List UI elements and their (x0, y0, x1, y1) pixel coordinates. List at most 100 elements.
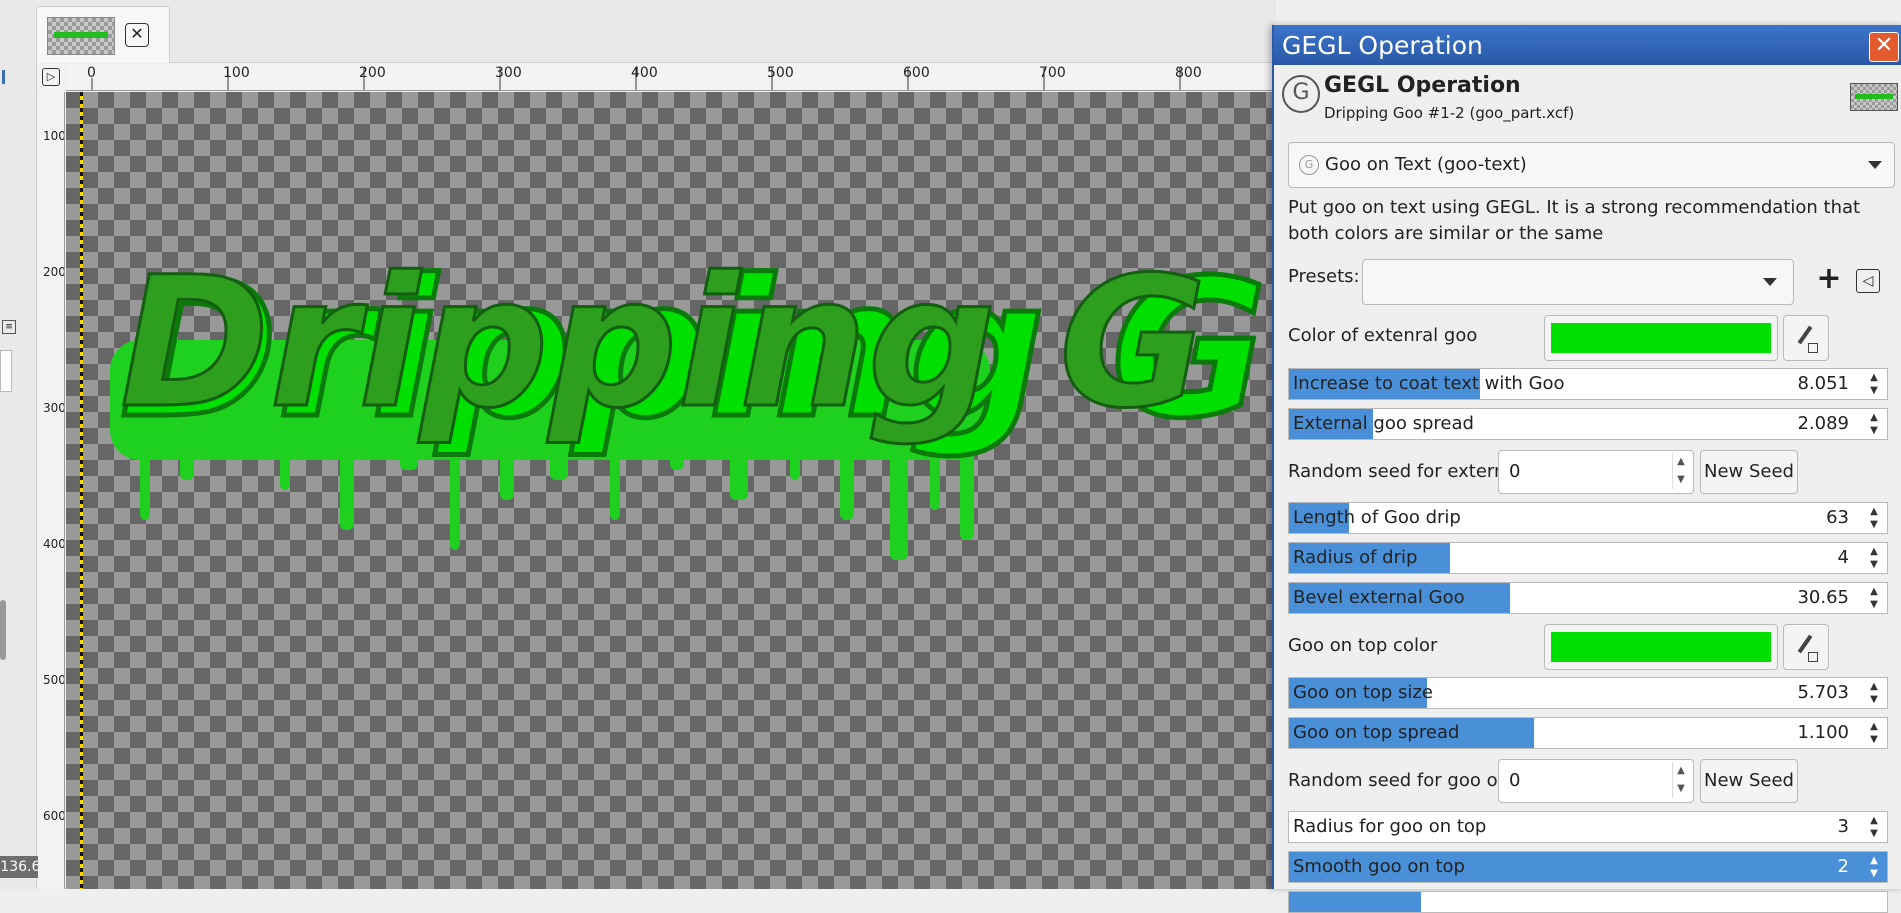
spin-buttons[interactable]: ▲ ▼ (1865, 720, 1883, 746)
gegl-operation-dialog: GEGL Operation ✕ G GEGL Operation Drippi… (1272, 25, 1901, 913)
goo-top-color-button[interactable] (1544, 624, 1778, 670)
ruler-label: 700 (1039, 65, 1066, 81)
toolbox-strip: ≡ (0, 0, 37, 889)
new-seed-button[interactable]: New Seed (1700, 759, 1798, 803)
dialog-titlebar[interactable]: GEGL Operation ✕ (1274, 25, 1901, 65)
goo-top-text: Dripping G (120, 239, 1207, 448)
ruler-label: 0 (87, 65, 96, 81)
image-tab[interactable]: ✕ (36, 6, 170, 63)
presets-select[interactable] (1362, 259, 1794, 305)
ruler-label: 500 (767, 65, 794, 81)
slider-value: 2.089 (1797, 413, 1849, 434)
color-picker-button[interactable] (1783, 624, 1829, 670)
eyedropper-square (1808, 343, 1818, 353)
slider-external-spread[interactable]: External goo spread 2.089 ▲ ▼ (1288, 408, 1888, 440)
gegl-icon: G (1299, 155, 1319, 175)
close-icon[interactable]: ✕ (125, 23, 149, 47)
slider-label: Goo on top spread (1293, 722, 1460, 743)
color-picker-button[interactable] (1783, 315, 1829, 361)
slider-fill (1289, 892, 1421, 912)
color-external-label: Color of extenral goo (1288, 325, 1478, 346)
goo-top-color-label: Goo on top color (1288, 635, 1438, 656)
eyedropper-icon (1797, 325, 1813, 345)
color-swatch (1551, 632, 1771, 662)
operation-description: Put goo on text using GEGL. It is a stro… (1288, 197, 1861, 244)
quick-mask-toggle[interactable]: ▷ (38, 64, 64, 90)
slider-next[interactable] (1288, 891, 1888, 913)
toolbox-marker (2, 70, 5, 84)
slider-label: External goo spread (1293, 413, 1474, 434)
eyedropper-icon (1797, 634, 1813, 654)
slider-label: Radius of drip (1293, 547, 1418, 568)
horizontal-ruler: 0 100 200 300 400 500 600 700 800 (66, 64, 1276, 91)
ruler-label: 100 (43, 129, 65, 143)
header-subtitle: Dripping Goo #1-2 (goo_part.xcf) (1324, 104, 1575, 122)
dialog-title: GEGL Operation (1282, 31, 1483, 60)
operation-select-value: Goo on Text (goo-text) (1325, 154, 1527, 175)
color-swatch (1551, 323, 1771, 353)
preset-menu-icon[interactable]: ◁ (1856, 269, 1880, 293)
color-external-button[interactable] (1544, 315, 1778, 361)
spin-buttons[interactable]: ▲ ▼ (1672, 453, 1689, 489)
add-preset-icon[interactable]: + (1809, 260, 1849, 300)
slider-value: 8.051 (1797, 373, 1849, 394)
ruler-label: 400 (43, 537, 65, 551)
slider-value: 2 (1837, 856, 1849, 877)
spin-buttons[interactable]: ▲ ▼ (1672, 762, 1689, 798)
slider-top-spread[interactable]: Goo on top spread 1.100 ▲ ▼ (1288, 717, 1888, 749)
slider-value: 1.100 (1797, 722, 1849, 743)
slider-label: Radius for goo on top (1293, 816, 1487, 837)
spin-buttons[interactable]: ▲ ▼ (1865, 411, 1883, 437)
ruler-label: 300 (43, 401, 65, 415)
ruler-label: 600 (43, 809, 65, 823)
slider-label: Bevel external Goo (1293, 587, 1465, 608)
play-icon: ▷ (42, 68, 60, 86)
slider-label: Increase to coat text with Goo (1293, 373, 1565, 394)
ruler-label: 400 (631, 65, 658, 81)
image-thumbnail (47, 17, 115, 55)
eyedropper-square (1808, 652, 1818, 662)
slider-drip-radius[interactable]: Radius of drip 4 ▲ ▼ (1288, 542, 1888, 574)
seed-top-input[interactable]: 0 ▲ ▼ (1498, 759, 1694, 803)
spin-buttons[interactable]: ▲ ▼ (1865, 854, 1883, 880)
spin-buttons[interactable]: ▲ ▼ (1865, 680, 1883, 706)
slider-label: Goo on top size (1293, 682, 1433, 703)
new-seed-button[interactable]: New Seed (1700, 450, 1798, 494)
slider-value: 3 (1837, 816, 1849, 837)
slider-label: Smooth goo on top (1293, 856, 1465, 877)
slider-drip-length[interactable]: Length of Goo drip 63 ▲ ▼ (1288, 502, 1888, 534)
spin-buttons[interactable]: ▲ ▼ (1865, 585, 1883, 611)
spin-buttons[interactable]: ▲ ▼ (1865, 505, 1883, 531)
ruler-label: 300 (495, 65, 522, 81)
ruler-label: 600 (903, 65, 930, 81)
seed-external-input[interactable]: 0 ▲ ▼ (1498, 450, 1694, 494)
spin-buttons[interactable]: ▲ ▼ (1865, 814, 1883, 840)
spin-buttons[interactable]: ▲ ▼ (1865, 371, 1883, 397)
slider-coat-text[interactable]: Increase to coat text with Goo 8.051 ▲ ▼ (1288, 368, 1888, 400)
slider-top-radius[interactable]: Radius for goo on top 3 ▲ ▼ (1288, 811, 1888, 843)
chevron-down-icon (1763, 278, 1777, 286)
ruler-label: 200 (43, 265, 65, 279)
seed-external-value: 0 (1509, 461, 1521, 482)
image-tab-bar (36, 0, 1276, 63)
slider-top-size[interactable]: Goo on top size 5.703 ▲ ▼ (1288, 677, 1888, 709)
header-title: GEGL Operation (1324, 73, 1521, 98)
ruler-label: 800 (1175, 65, 1202, 81)
scrollbar[interactable] (0, 600, 6, 660)
slider-value: 4 (1837, 547, 1849, 568)
operation-select[interactable]: G Goo on Text (goo-text) (1288, 142, 1895, 188)
slider-value: 63 (1826, 507, 1849, 528)
ruler-label: 500 (43, 673, 65, 687)
close-icon[interactable]: ✕ (1869, 32, 1899, 62)
slider-top-smooth[interactable]: Smooth goo on top 2 ▲ ▼ (1288, 851, 1888, 883)
gegl-logo-icon: G (1282, 75, 1320, 113)
slider-bevel[interactable]: Bevel external Goo 30.65 ▲ ▼ (1288, 582, 1888, 614)
dock-icon[interactable]: ≡ (2, 320, 16, 334)
spin-buttons[interactable]: ▲ ▼ (1865, 545, 1883, 571)
slider-value: 30.65 (1797, 587, 1849, 608)
ruler-label: 100 (223, 65, 250, 81)
dripping-goo-text: Dripping G Dripping G (110, 237, 1270, 560)
vertical-ruler: 100 200 300 400 500 600 (38, 92, 65, 889)
dock-entry[interactable] (0, 350, 12, 392)
drawable-thumbnail (1850, 83, 1898, 111)
